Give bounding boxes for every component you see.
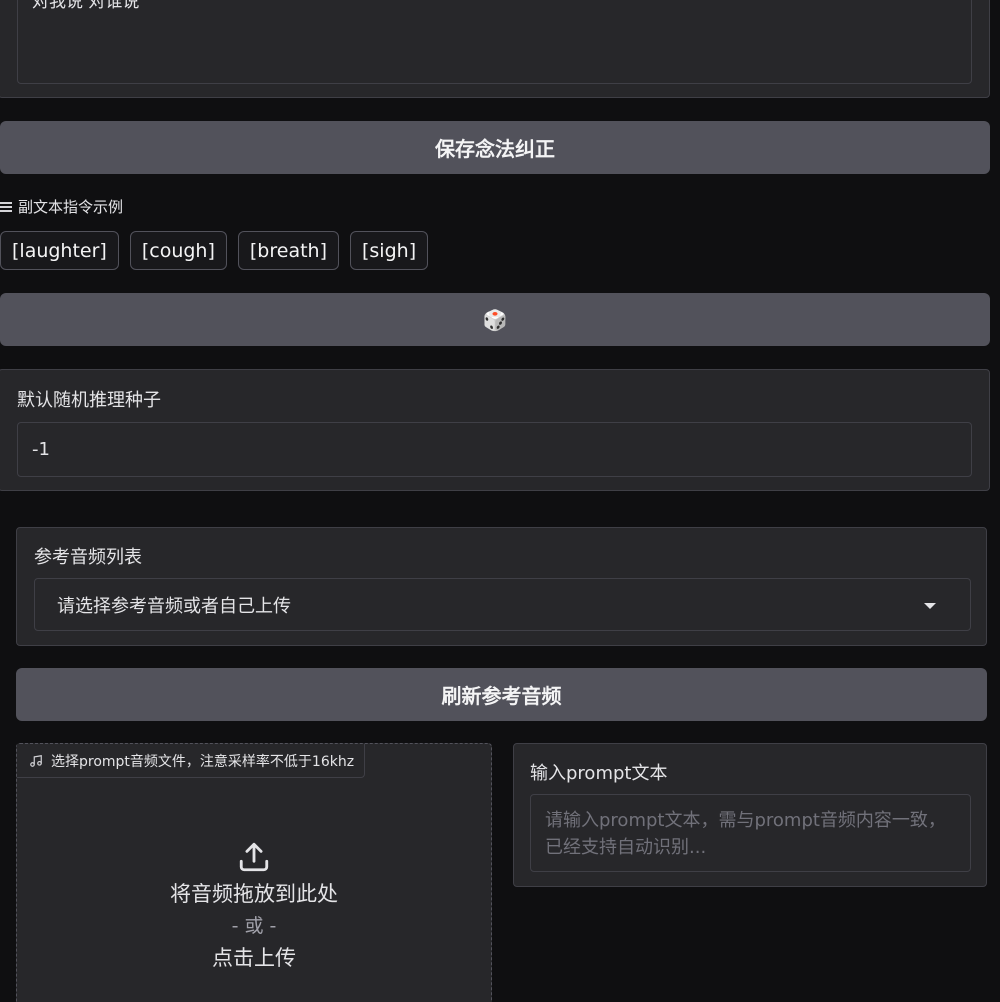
list-icon [0, 201, 12, 212]
ref-audio-label: 参考音频列表 [34, 547, 142, 568]
prompt-text-label: 输入prompt文本 [530, 763, 668, 784]
upload-tag-label: 选择prompt音频文件，注意采样率不低于16khz [51, 753, 355, 770]
or-text: - 或 - [231, 915, 277, 937]
prompt-text-placeholder: 请输入prompt文本，需与prompt音频内容一致，已经支持自动识别... [545, 810, 946, 858]
examples-header: 副文本指令示例 [0, 196, 123, 217]
page: 对我说 对谁说 保存念法纠正 副文本指令示例 [laughter] [cough… [0, 0, 1000, 1002]
correction-text: 对我说 对谁说 [32, 0, 140, 12]
dice-icon: 🎲 [482, 307, 508, 332]
random-seed-button[interactable]: 🎲 [0, 293, 990, 346]
save-correction-label: 保存念法纠正 [435, 137, 555, 161]
ref-audio-selected: 请选择参考音频或者自己上传 [57, 595, 291, 617]
chip-cough[interactable]: [cough] [129, 231, 227, 270]
refresh-ref-audio-button[interactable]: 刷新参考音频 [16, 668, 987, 721]
drop-text: 将音频拖放到此处 [170, 882, 338, 906]
click-upload-text[interactable]: 点击上传 [17, 942, 491, 974]
refresh-label: 刷新参考音频 [441, 684, 562, 708]
correction-textarea[interactable]: 对我说 对谁说 [17, 0, 972, 84]
music-note-icon [30, 754, 42, 767]
seed-value: -1 [32, 439, 50, 460]
example-chips: [laughter] [cough] [breath] [sigh] [0, 231, 429, 270]
chip-breath[interactable]: [breath] [237, 231, 339, 270]
upload-center: 将音频拖放到此处 - 或 - 点击上传 [17, 840, 491, 974]
chip-laughter[interactable]: [laughter] [0, 231, 119, 270]
ref-audio-panel: 参考音频列表 请选择参考音频或者自己上传 [16, 527, 987, 646]
text-correction-panel: 对我说 对谁说 [0, 0, 990, 98]
chip-sigh[interactable]: [sigh] [350, 231, 429, 270]
upload-tag: 选择prompt音频文件，注意采样率不低于16khz [17, 744, 366, 778]
upload-icon [239, 842, 269, 872]
ref-audio-select[interactable]: 请选择参考音频或者自己上传 [34, 578, 971, 631]
seed-label: 默认随机推理种子 [17, 390, 161, 411]
seed-input[interactable]: -1 [17, 422, 972, 477]
examples-label: 副文本指令示例 [18, 198, 124, 216]
caret-down-icon [924, 603, 936, 609]
seed-panel: 默认随机推理种子 -1 [0, 369, 990, 491]
prompt-text-input[interactable]: 请输入prompt文本，需与prompt音频内容一致，已经支持自动识别... [530, 794, 971, 872]
audio-upload-dropzone[interactable]: 选择prompt音频文件，注意采样率不低于16khz 将音频拖放到此处 - 或 … [16, 743, 492, 1002]
save-correction-button[interactable]: 保存念法纠正 [0, 121, 990, 174]
